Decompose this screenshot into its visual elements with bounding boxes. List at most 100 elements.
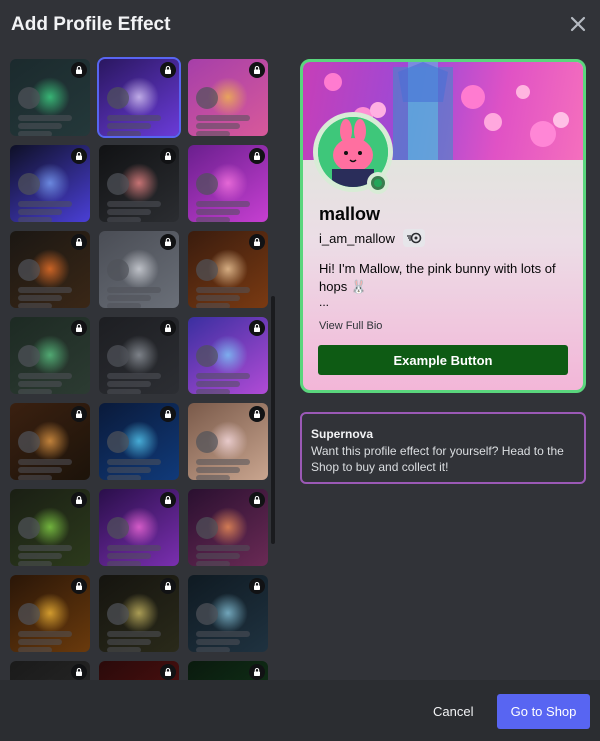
placeholder-avatar — [196, 259, 218, 281]
placeholder-line — [18, 287, 72, 293]
placeholder-avatar — [196, 173, 218, 195]
grid-scrollbar[interactable] — [271, 296, 275, 544]
effect-tile[interactable] — [10, 403, 90, 480]
placeholder-line — [18, 545, 72, 551]
effect-tile[interactable] — [99, 231, 179, 308]
lock-icon — [249, 406, 265, 422]
effect-tile[interactable] — [10, 145, 90, 222]
lock-icon — [249, 148, 265, 164]
effect-tile[interactable] — [99, 489, 179, 566]
placeholder-avatar — [107, 259, 129, 281]
placeholder-line — [18, 131, 52, 136]
placeholder-line — [107, 647, 141, 652]
effect-tile[interactable] — [188, 231, 268, 308]
placeholder-line — [196, 373, 250, 379]
placeholder-line — [196, 303, 230, 308]
placeholder-line — [107, 545, 161, 551]
effects-grid — [0, 52, 280, 680]
effect-tile[interactable] — [99, 661, 179, 680]
lock-icon — [160, 234, 176, 250]
cancel-button[interactable]: Cancel — [433, 704, 473, 719]
effect-tile[interactable] — [10, 489, 90, 566]
lock-icon — [249, 664, 265, 680]
modal-title: Add Profile Effect — [11, 14, 171, 35]
go-to-shop-button[interactable]: Go to Shop — [497, 694, 590, 729]
placeholder-line — [107, 115, 161, 121]
placeholder-line — [196, 381, 240, 387]
nitro-badge[interactable] — [402, 229, 425, 247]
placeholder-line — [196, 647, 230, 652]
effect-tile[interactable] — [188, 575, 268, 652]
lock-icon — [160, 664, 176, 680]
placeholder-line — [18, 209, 62, 215]
placeholder-avatar — [18, 345, 40, 367]
lock-icon — [71, 62, 87, 78]
effect-tile[interactable] — [99, 317, 179, 394]
effect-tile[interactable] — [10, 59, 90, 136]
placeholder-line — [18, 561, 52, 566]
placeholder-line — [196, 131, 230, 136]
placeholder-line — [196, 115, 250, 121]
placeholder-avatar — [18, 87, 40, 109]
lock-icon — [249, 578, 265, 594]
effect-tile[interactable] — [188, 59, 268, 136]
placeholder-line — [107, 201, 161, 207]
online-status-indicator — [367, 172, 389, 194]
lock-icon — [160, 148, 176, 164]
placeholder-line — [196, 467, 240, 473]
example-button[interactable]: Example Button — [318, 345, 568, 375]
lock-icon — [249, 234, 265, 250]
username-row: i_am_mallow — [319, 229, 425, 247]
placeholder-line — [18, 389, 52, 394]
placeholder-avatar — [196, 517, 218, 539]
effect-tile[interactable] — [99, 403, 179, 480]
view-full-bio-link[interactable]: View Full Bio — [319, 320, 382, 332]
bio-ellipsis: ... — [319, 295, 330, 309]
placeholder-line — [18, 123, 62, 129]
placeholder-line — [196, 295, 240, 301]
effect-description: Want this profile effect for yourself? H… — [311, 444, 564, 474]
effect-tile[interactable] — [99, 145, 179, 222]
placeholder-line — [196, 389, 230, 394]
username: i_am_mallow — [319, 230, 395, 246]
placeholder-line — [196, 561, 230, 566]
effect-tile[interactable] — [188, 489, 268, 566]
close-button[interactable] — [566, 12, 590, 36]
placeholder-line — [18, 467, 62, 473]
effect-tile[interactable] — [188, 661, 268, 680]
placeholder-avatar — [196, 345, 218, 367]
effect-tile[interactable] — [99, 575, 179, 652]
display-name: mallow — [319, 204, 381, 224]
placeholder-avatar — [107, 345, 129, 367]
lock-icon — [160, 492, 176, 508]
effect-tile[interactable] — [10, 575, 90, 652]
placeholder-line — [196, 459, 250, 465]
placeholder-line — [18, 553, 62, 559]
close-icon — [570, 16, 586, 32]
placeholder-avatar — [18, 431, 40, 453]
effect-tile[interactable] — [10, 661, 90, 680]
effect-tile[interactable] — [188, 403, 268, 480]
effect-tile[interactable] — [10, 231, 90, 308]
placeholder-line — [107, 295, 151, 301]
placeholder-line — [107, 553, 151, 559]
placeholder-line — [18, 295, 62, 301]
lock-icon — [160, 578, 176, 594]
placeholder-line — [107, 303, 141, 308]
effect-tile[interactable] — [188, 317, 268, 394]
placeholder-avatar — [107, 431, 129, 453]
placeholder-line — [107, 381, 151, 387]
placeholder-line — [196, 475, 230, 480]
placeholder-line — [18, 639, 62, 645]
placeholder-line — [18, 647, 52, 652]
lock-icon — [71, 492, 87, 508]
effect-tile[interactable] — [10, 317, 90, 394]
placeholder-avatar — [107, 173, 129, 195]
placeholder-avatar — [18, 259, 40, 281]
placeholder-line — [107, 475, 141, 480]
lock-icon — [71, 406, 87, 422]
effect-tile[interactable] — [97, 57, 181, 138]
placeholder-line — [107, 131, 141, 136]
placeholder-line — [107, 209, 151, 215]
effect-tile[interactable] — [188, 145, 268, 222]
